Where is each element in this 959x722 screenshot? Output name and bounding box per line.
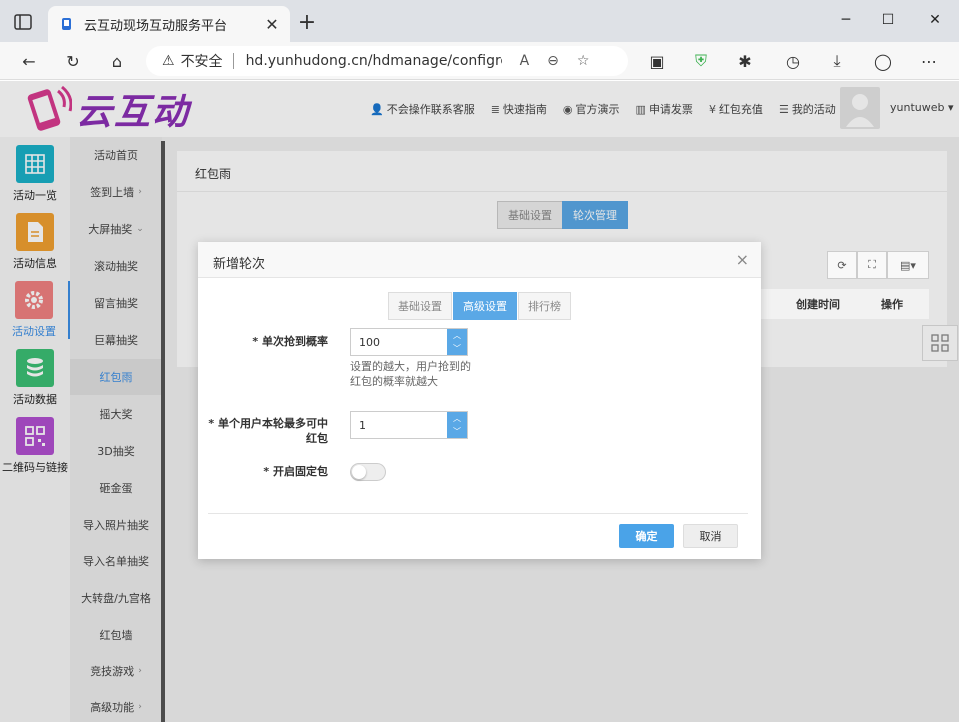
chevron-down-icon[interactable]: ﹀ xyxy=(447,342,467,355)
stepper-arrows[interactable]: ︿ ﹀ xyxy=(447,329,467,355)
tab-title: 云互动现场互动服务平台 xyxy=(84,18,228,34)
probability-stepper[interactable]: ︿ ﹀ xyxy=(350,328,468,356)
close-tab-icon[interactable]: ✕ xyxy=(262,14,282,34)
insecure-label: 不安全 xyxy=(180,54,223,70)
tab-advanced-settings[interactable]: 高级设置 xyxy=(453,292,517,320)
cancel-button[interactable]: 取消 xyxy=(683,524,738,548)
field-fixed-packet-label: * 开启固定包 xyxy=(263,465,328,478)
browser-tab[interactable]: 云互动现场互动服务平台 ✕ xyxy=(48,6,290,42)
separator xyxy=(232,53,234,69)
warning-icon: ⚠ xyxy=(162,53,175,69)
chevron-up-icon[interactable]: ︿ xyxy=(447,329,467,342)
max-wins-stepper[interactable]: ︿ ﹀ xyxy=(350,411,468,439)
maximize-icon[interactable]: ☐ xyxy=(878,10,898,30)
back-icon[interactable]: ← xyxy=(18,50,40,72)
new-round-modal: 新增轮次 × 基础设置 高级设置 排行榜 * 单次抢到概率 ︿ ﹀ 设置的越大，… xyxy=(198,242,761,559)
url-text: hd.yunhudong.cn/hdmanage/configred... xyxy=(245,53,502,69)
probability-hint: 设置的越大，用户抢到的红包的概率就越大 xyxy=(350,360,471,388)
menu-icon[interactable]: ⋯ xyxy=(918,50,940,72)
download-icon[interactable]: ⤓ xyxy=(826,50,848,72)
favicon-icon xyxy=(62,18,71,30)
history-icon[interactable]: ◷ xyxy=(782,50,804,72)
chevron-up-icon[interactable]: ︿ xyxy=(447,412,467,425)
toggle-knob xyxy=(352,465,366,479)
zoom-icon[interactable]: ⊖ xyxy=(547,53,559,69)
probability-input[interactable] xyxy=(351,329,447,355)
table-header-cell xyxy=(761,289,781,319)
profile-icon[interactable]: ◯ xyxy=(872,50,894,72)
read-aloud-icon[interactable]: A xyxy=(520,53,530,69)
close-icon[interactable]: × xyxy=(736,250,749,269)
extension-icon[interactable]: ▣ xyxy=(646,50,668,72)
chevron-down-icon[interactable]: ﹀ xyxy=(447,425,467,438)
field-max-wins-label: * 单个用户本轮最多可中红包 xyxy=(208,417,328,445)
favorite-icon[interactable]: ☆ xyxy=(577,53,590,69)
modal-title: 新增轮次 xyxy=(213,257,266,272)
home-icon[interactable]: ⌂ xyxy=(106,50,128,72)
page: 云互动 👤 不会操作联系客服 ≣ 快速指南 ◉ 官方演示 ▥ 申请发票 ¥ 红包充值 ☰ 我… xyxy=(0,81,959,722)
fullscreen-icon[interactable]: ⛶ xyxy=(857,251,887,279)
window-close-icon[interactable]: ✕ xyxy=(925,10,945,30)
field-probability-label: * 单次抢到概率 xyxy=(252,335,328,348)
puzzle-icon[interactable]: ✱ xyxy=(734,50,756,72)
new-tab-icon[interactable]: + xyxy=(296,12,318,34)
max-wins-input[interactable] xyxy=(351,412,447,438)
address-bar[interactable]: ⚠ 不安全 hd.yunhudong.cn/hdmanage/configred… xyxy=(146,46,628,76)
refresh-table-icon[interactable]: ⟳ xyxy=(827,251,857,279)
columns-icon[interactable]: ▤▾ xyxy=(887,251,929,279)
modal-header: 新增轮次 × xyxy=(198,242,761,278)
stepper-arrows[interactable]: ︿ ﹀ xyxy=(447,412,467,438)
modal-divider xyxy=(208,513,748,514)
browser-toolbar: ← ↻ ⌂ ⚠ 不安全 hd.yunhudong.cn/hdmanage/con… xyxy=(0,42,959,80)
shield-icon[interactable]: ⛨ xyxy=(690,50,712,72)
th-operations: 操作 xyxy=(855,289,929,319)
refresh-icon[interactable]: ↻ xyxy=(62,50,84,72)
minimize-icon[interactable]: ─ xyxy=(836,10,856,30)
tab-actions-icon[interactable] xyxy=(14,14,32,30)
browser-tabstrip: 云互动现场互动服务平台 ✕ + ─ ☐ ✕ xyxy=(0,0,959,42)
tab-basic-settings[interactable]: 基础设置 xyxy=(388,292,452,320)
fixed-packet-toggle[interactable] xyxy=(350,463,386,481)
th-created-time: 创建时间 xyxy=(781,289,855,319)
confirm-button[interactable]: 确定 xyxy=(619,524,674,548)
tab-leaderboard[interactable]: 排行榜 xyxy=(518,292,571,320)
